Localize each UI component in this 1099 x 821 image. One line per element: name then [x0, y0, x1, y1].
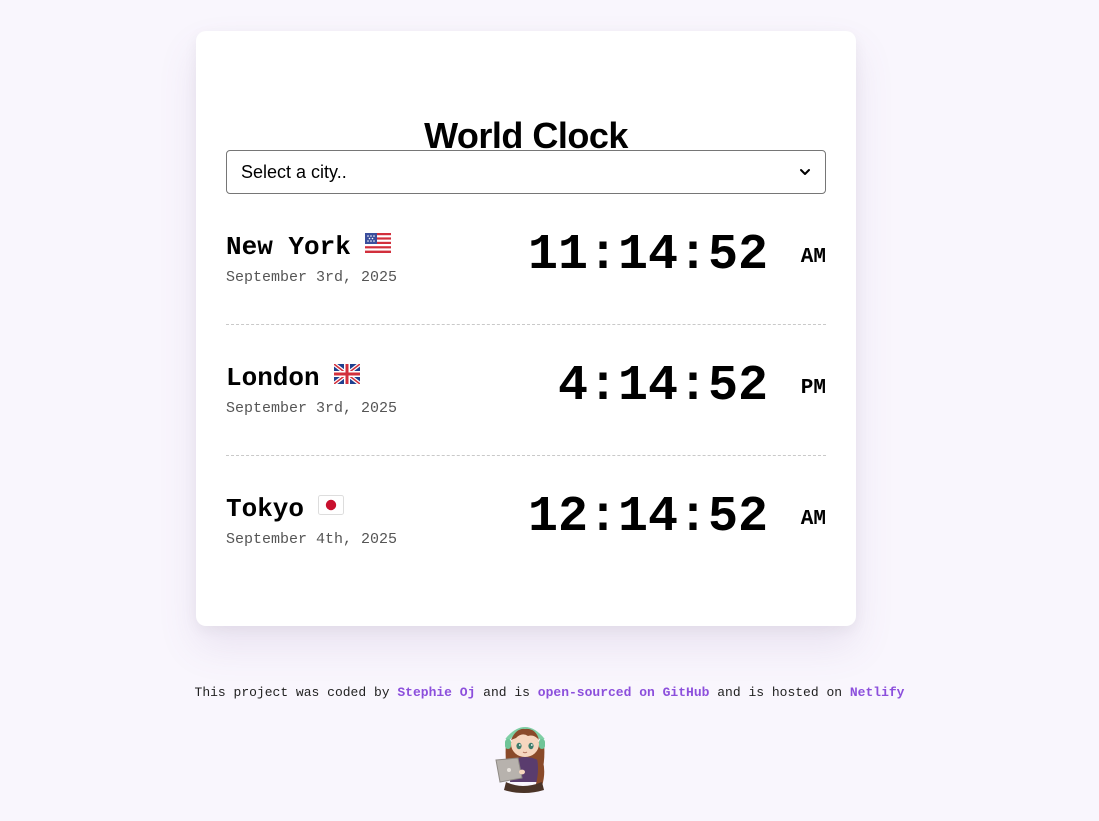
- city-date: September 3rd, 2025: [226, 269, 398, 286]
- city-row-new-york: New York September 3rd, 2025 11:14:52 AM: [226, 194, 826, 325]
- city-time: 11:14:52: [527, 227, 768, 284]
- city-name-text: Tokyo: [226, 494, 305, 524]
- city-select[interactable]: Select a city..: [226, 150, 826, 194]
- city-name: London: [226, 363, 360, 393]
- city-date: September 3rd, 2025: [226, 400, 398, 417]
- coder-girl-avatar: [495, 727, 545, 793]
- world-clock-card: World Clock Select a city.. New York Sep…: [196, 31, 856, 626]
- author-link[interactable]: Stephie Oj: [397, 685, 475, 700]
- city-name-text: New York: [226, 232, 351, 262]
- footer-text: and is: [475, 685, 538, 700]
- uk-flag-icon: [333, 364, 360, 385]
- city-ampm: PM: [800, 377, 826, 400]
- city-ampm: AM: [800, 508, 826, 531]
- footer-text: and is hosted on: [709, 685, 850, 700]
- city-name-text: London: [226, 363, 320, 393]
- city-row-tokyo: Tokyo September 4th, 2025 12:14:52 AM: [226, 456, 826, 587]
- chevron-down-icon: [800, 169, 810, 175]
- us-flag-icon: [364, 233, 391, 254]
- city-name: New York: [226, 232, 391, 262]
- github-link[interactable]: open-sourced on GitHub: [538, 685, 710, 700]
- city-row-london: London September 3rd, 2025 4:14:52 PM: [226, 325, 826, 456]
- city-time: 4:14:52: [557, 358, 768, 415]
- city-name: Tokyo: [226, 494, 345, 524]
- netlify-link[interactable]: Netlify: [850, 685, 905, 700]
- footer: This project was coded by Stephie Oj and…: [0, 685, 1099, 700]
- footer-text: This project was coded by: [194, 685, 398, 700]
- city-ampm: AM: [800, 246, 826, 269]
- city-time: 12:14:52: [527, 489, 768, 546]
- city-date: September 4th, 2025: [226, 531, 398, 548]
- japan-flag-icon: [318, 495, 345, 516]
- city-select-value: Select a city..: [241, 161, 347, 182]
